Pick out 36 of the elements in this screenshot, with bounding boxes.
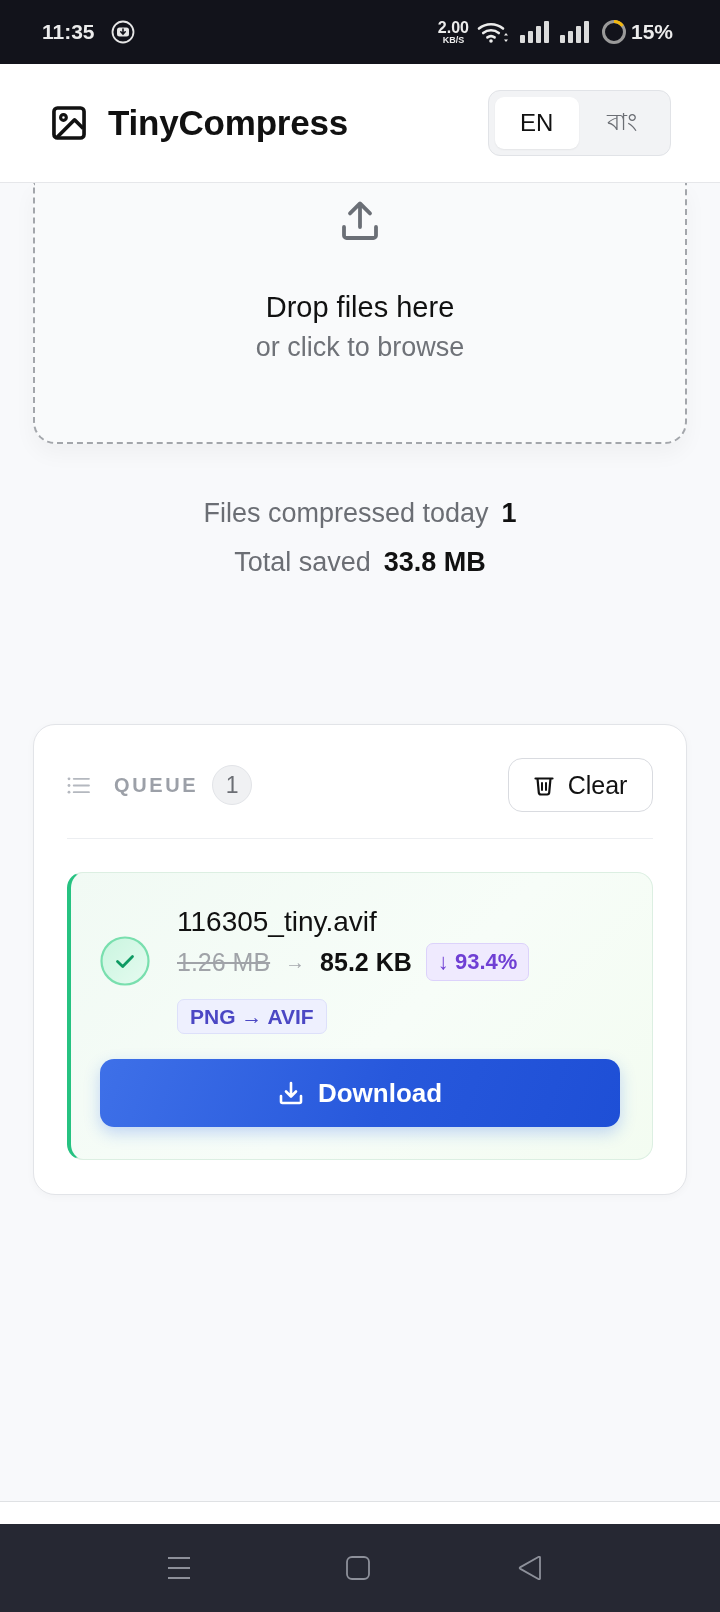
queue-count-badge: 1 <box>212 765 253 805</box>
signal-icon <box>518 21 549 43</box>
drop-subtitle: or click to browse <box>255 331 465 363</box>
compressed-size: 85.2 KB <box>320 947 412 977</box>
download-notification-icon <box>110 20 135 44</box>
file-name: 116305_tiny.avif <box>177 905 378 939</box>
stat-label: Files compressed today <box>203 498 489 529</box>
size-arrow: → <box>285 950 306 974</box>
format-badge: PNG → AVIF <box>177 999 327 1034</box>
menu-icon[interactable] <box>167 1556 191 1580</box>
original-size: 1.26 MB <box>177 947 271 977</box>
queue-title: QUEUE <box>114 773 199 797</box>
drop-zone[interactable]: Drop files here or click to browse <box>33 183 687 444</box>
list-icon <box>67 775 90 795</box>
clear-button[interactable]: Clear <box>508 758 653 812</box>
stat-value: 33.8 MB <box>383 547 486 578</box>
trash-icon <box>533 774 554 796</box>
network-speed-unit: KB/S <box>442 35 465 45</box>
reduction-badge: ↓ 93.4% <box>425 943 530 981</box>
image-icon <box>50 104 88 142</box>
battery-icon <box>600 19 627 45</box>
home-icon[interactable] <box>346 1556 370 1580</box>
battery-percent: 15% <box>630 20 673 44</box>
wifi-icon <box>476 20 509 44</box>
stat-value: 1 <box>501 498 517 529</box>
app-title: TinyCompress <box>108 103 349 143</box>
signal-icon <box>558 21 589 43</box>
stat-label: Total saved <box>234 547 371 578</box>
drop-title: Drop files here <box>265 290 455 324</box>
language-option[interactable]: EN <box>495 97 579 149</box>
status-time: 11:35 <box>42 20 95 44</box>
language-option[interactable]: বাং <box>580 97 664 149</box>
back-icon[interactable] <box>518 1556 542 1580</box>
download-icon <box>277 1080 304 1106</box>
network-speed: 2.00 <box>437 19 469 36</box>
download-button[interactable]: Download <box>100 1059 620 1127</box>
